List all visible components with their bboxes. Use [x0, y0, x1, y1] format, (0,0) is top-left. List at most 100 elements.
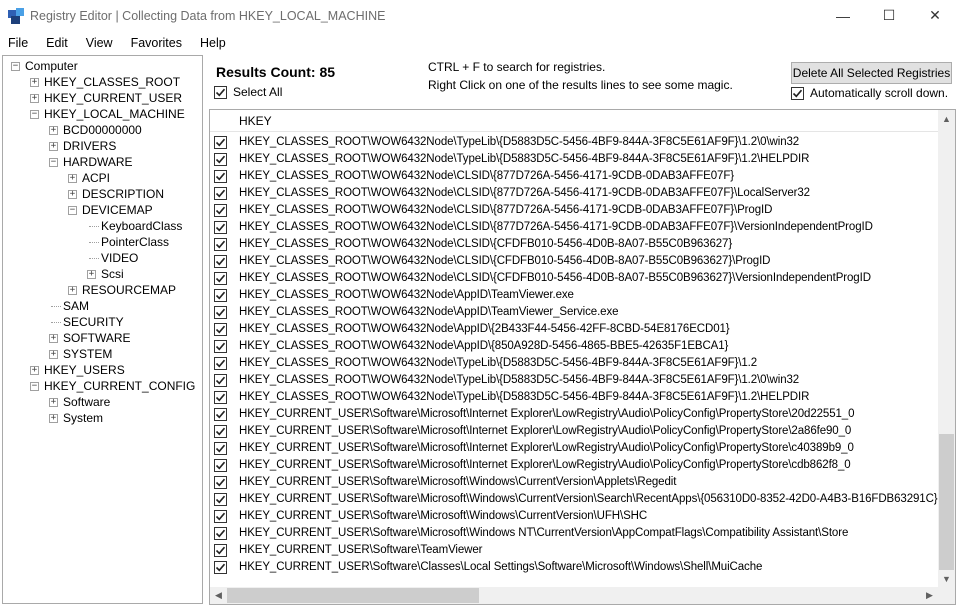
tree-item[interactable]: + HKEY_CLASSES_ROOT: [30, 74, 180, 90]
tree-item[interactable]: + DRIVERS: [49, 138, 116, 154]
horizontal-scrollbar[interactable]: ◀ ▶: [210, 587, 938, 604]
menu-edit[interactable]: Edit: [46, 36, 68, 50]
collapse-icon[interactable]: −: [30, 381, 39, 391]
menu-view[interactable]: View: [86, 36, 113, 50]
expand-icon[interactable]: +: [49, 349, 58, 359]
expand-icon[interactable]: +: [68, 173, 77, 183]
expand-icon[interactable]: +: [30, 93, 39, 103]
result-row[interactable]: HKEY_CLASSES_ROOT\WOW6432Node\TypeLib\{D…: [210, 135, 938, 152]
result-row[interactable]: HKEY_CURRENT_USER\Software\Microsoft\Int…: [210, 424, 938, 441]
result-row[interactable]: HKEY_CLASSES_ROOT\WOW6432Node\AppID\{2B4…: [210, 322, 938, 339]
result-row[interactable]: HKEY_CURRENT_USER\Software\Microsoft\Win…: [210, 509, 938, 526]
result-row[interactable]: HKEY_CURRENT_USER\Software\Classes\Local…: [210, 560, 938, 577]
checkbox-checked-icon[interactable]: [214, 527, 227, 540]
result-row[interactable]: HKEY_CURRENT_USER\Software\Microsoft\Int…: [210, 407, 938, 424]
expand-icon[interactable]: +: [49, 397, 58, 407]
scroll-down-icon[interactable]: ▼: [938, 570, 955, 587]
tree-item[interactable]: VIDEO: [87, 250, 138, 266]
checkbox-checked-icon[interactable]: [214, 493, 227, 506]
collapse-icon[interactable]: −: [49, 157, 58, 167]
vertical-scrollbar[interactable]: ▲ ▼: [938, 110, 955, 587]
expand-icon[interactable]: +: [49, 141, 58, 151]
expand-icon[interactable]: +: [49, 413, 58, 423]
checkbox-checked-icon[interactable]: [214, 357, 227, 370]
tree-item[interactable]: + ACPI: [68, 170, 110, 186]
result-row[interactable]: HKEY_CLASSES_ROOT\WOW6432Node\CLSID\{CFD…: [210, 254, 938, 271]
tree-item[interactable]: SAM: [49, 298, 89, 314]
result-row[interactable]: HKEY_CURRENT_USER\Software\Microsoft\Int…: [210, 441, 938, 458]
result-row[interactable]: HKEY_CLASSES_ROOT\WOW6432Node\TypeLib\{D…: [210, 152, 938, 169]
checkbox-checked-icon[interactable]: [214, 136, 227, 149]
expand-icon[interactable]: +: [87, 269, 96, 279]
checkbox-checked-icon[interactable]: [791, 86, 804, 100]
checkbox-checked-icon[interactable]: [214, 306, 227, 319]
checkbox-checked-icon[interactable]: [214, 561, 227, 574]
result-row[interactable]: HKEY_CLASSES_ROOT\WOW6432Node\CLSID\{877…: [210, 203, 938, 220]
result-row[interactable]: HKEY_CLASSES_ROOT\WOW6432Node\CLSID\{877…: [210, 186, 938, 203]
checkbox-checked-icon[interactable]: [214, 408, 227, 421]
checkbox-checked-icon[interactable]: [214, 204, 227, 217]
checkbox-checked-icon[interactable]: [214, 255, 227, 268]
scroll-left-icon[interactable]: ◀: [210, 587, 227, 604]
result-row[interactable]: HKEY_CLASSES_ROOT\WOW6432Node\CLSID\{CFD…: [210, 271, 938, 288]
result-row[interactable]: HKEY_CURRENT_USER\Software\Microsoft\Int…: [210, 458, 938, 475]
collapse-icon[interactable]: −: [68, 205, 77, 215]
tree-item[interactable]: + RESOURCEMAP: [68, 282, 176, 298]
tree-item[interactable]: − DEVICEMAP: [68, 202, 153, 218]
checkbox-checked-icon[interactable]: [214, 153, 227, 166]
result-row[interactable]: HKEY_CLASSES_ROOT\WOW6432Node\CLSID\{CFD…: [210, 237, 938, 254]
tree-item[interactable]: + BCD00000000: [49, 122, 142, 138]
result-row[interactable]: HKEY_CLASSES_ROOT\WOW6432Node\CLSID\{877…: [210, 169, 938, 186]
checkbox-checked-icon[interactable]: [214, 340, 227, 353]
tree-item[interactable]: − HKEY_CURRENT_CONFIG: [30, 378, 195, 394]
result-row[interactable]: HKEY_CURRENT_USER\Software\Microsoft\Win…: [210, 526, 938, 543]
checkbox-checked-icon[interactable]: [214, 187, 227, 200]
tree-item[interactable]: + System: [49, 410, 103, 426]
collapse-icon[interactable]: −: [30, 109, 39, 119]
menu-file[interactable]: File: [8, 36, 28, 50]
checkbox-checked-icon[interactable]: [214, 272, 227, 285]
checkbox-checked-icon[interactable]: [214, 289, 227, 302]
expand-icon[interactable]: +: [49, 333, 58, 343]
tree-item[interactable]: PointerClass: [87, 234, 169, 250]
expand-icon[interactable]: +: [30, 365, 39, 375]
expand-icon[interactable]: +: [68, 189, 77, 199]
scroll-up-icon[interactable]: ▲: [938, 110, 955, 127]
tree-item[interactable]: + Software: [49, 394, 110, 410]
menu-help[interactable]: Help: [200, 36, 226, 50]
list-column-header[interactable]: HKEY: [210, 110, 938, 132]
checkbox-checked-icon[interactable]: [214, 170, 227, 183]
checkbox-checked-icon[interactable]: [214, 459, 227, 472]
close-button[interactable]: ✕: [912, 0, 958, 31]
checkbox-checked-icon[interactable]: [214, 221, 227, 234]
checkbox-checked-icon[interactable]: [214, 85, 227, 99]
result-row[interactable]: HKEY_CLASSES_ROOT\WOW6432Node\CLSID\{877…: [210, 220, 938, 237]
checkbox-checked-icon[interactable]: [214, 238, 227, 251]
tree-item[interactable]: − HARDWARE: [49, 154, 133, 170]
result-row[interactable]: HKEY_CURRENT_USER\Software\Microsoft\Win…: [210, 475, 938, 492]
tree-item[interactable]: + Scsi: [87, 266, 124, 282]
tree-item[interactable]: KeyboardClass: [87, 218, 182, 234]
result-row[interactable]: HKEY_CURRENT_USER\Software\TeamViewer: [210, 543, 938, 560]
checkbox-checked-icon[interactable]: [214, 476, 227, 489]
result-row[interactable]: HKEY_CLASSES_ROOT\WOW6432Node\AppID\Team…: [210, 288, 938, 305]
checkbox-checked-icon[interactable]: [214, 374, 227, 387]
minimize-button[interactable]: —: [820, 0, 866, 31]
checkbox-checked-icon[interactable]: [214, 323, 227, 336]
result-row[interactable]: HKEY_CLASSES_ROOT\WOW6432Node\AppID\{850…: [210, 339, 938, 356]
tree-item[interactable]: + HKEY_CURRENT_USER: [30, 90, 182, 106]
menu-favorites[interactable]: Favorites: [131, 36, 182, 50]
checkbox-checked-icon[interactable]: [214, 510, 227, 523]
collapse-icon[interactable]: −: [11, 61, 20, 71]
registry-tree[interactable]: − Computer + HKEY_CLASSES_ROOT + HKEY_CURRENT…: [2, 55, 203, 604]
auto-scroll-checkbox[interactable]: Automatically scroll down.: [791, 86, 948, 100]
checkbox-checked-icon[interactable]: [214, 391, 227, 404]
expand-icon[interactable]: +: [49, 125, 58, 135]
select-all-checkbox[interactable]: Select All: [214, 85, 282, 99]
tree-item[interactable]: + SOFTWARE: [49, 330, 131, 346]
maximize-button[interactable]: ☐: [866, 0, 912, 31]
tree-item[interactable]: + HKEY_USERS: [30, 362, 125, 378]
tree-item[interactable]: + SYSTEM: [49, 346, 112, 362]
tree-item[interactable]: SECURITY: [49, 314, 124, 330]
horizontal-scroll-thumb[interactable]: [227, 588, 479, 603]
